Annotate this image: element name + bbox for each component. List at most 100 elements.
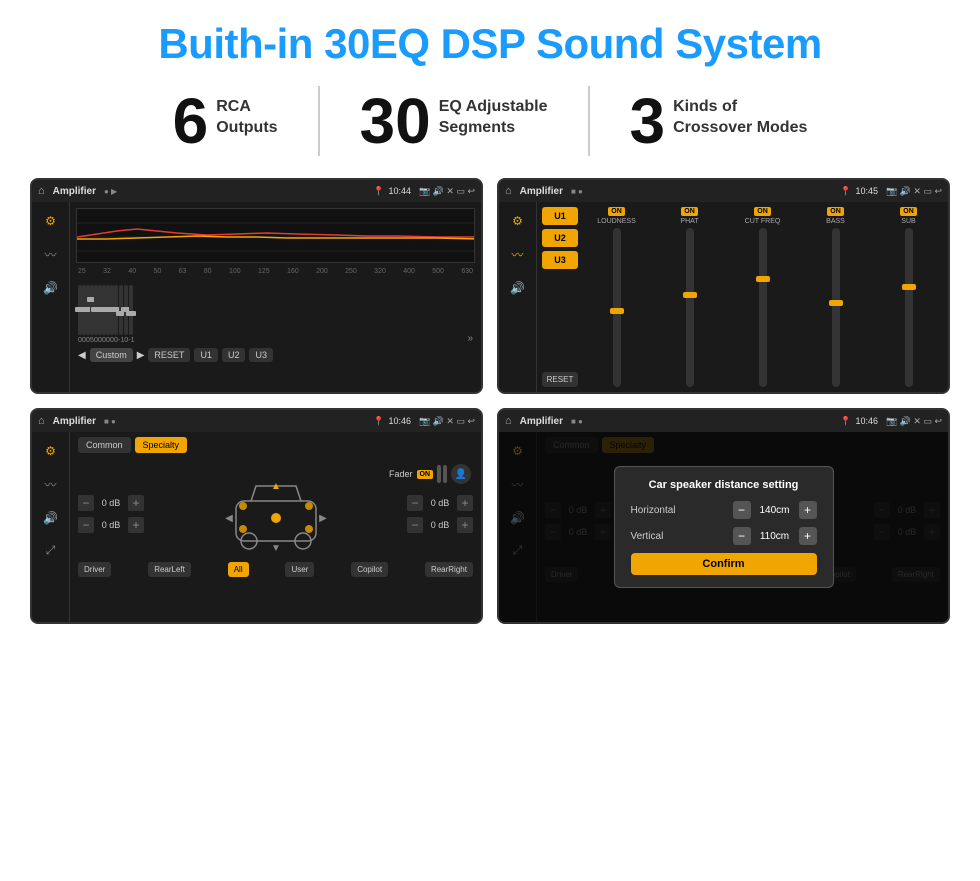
confirm-button[interactable]: Confirm [631, 553, 817, 575]
eq-u3-btn[interactable]: U3 [249, 348, 273, 362]
reset-btn-small[interactable]: RESET [542, 372, 578, 387]
db-plus-tr[interactable]: + [457, 495, 473, 511]
freq-63: 63 [179, 268, 187, 275]
dialog-horizontal-row: Horizontal − 140cm + [631, 501, 817, 519]
phat-thumb[interactable] [683, 292, 697, 298]
home-icon-4[interactable]: ⌂ [505, 415, 512, 427]
left-db-controls: − 0 dB + − 0 dB + [78, 495, 144, 533]
fader-slider-1[interactable] [437, 465, 441, 483]
eq-curve-red [77, 229, 474, 237]
page-title: Buith-in 30EQ DSP Sound System [30, 20, 950, 68]
rearright-btn[interactable]: RearRight [425, 562, 473, 577]
screen1-sidebar: ⚙ 〰 🔊 [32, 202, 70, 392]
vertical-minus[interactable]: − [733, 527, 751, 545]
eq-sliders: 0 0 0 5 [76, 279, 475, 344]
rearleft-btn[interactable]: RearLeft [148, 562, 191, 577]
db-value-br: 0 dB [426, 520, 454, 530]
bass-on[interactable]: ON [827, 207, 844, 216]
screen3-body: ⚙ 〰 🔊 ⤢ Common Specialty Fader ON [32, 432, 481, 622]
speaker-sidebar-icon-2[interactable]: 🔊 [506, 277, 529, 299]
speaker-sidebar-icon-3[interactable]: 🔊 [39, 507, 62, 529]
slider-thumb-13[interactable] [126, 311, 136, 316]
loudness-slider[interactable] [613, 228, 621, 387]
topbar-3: ⌂ Amplifier ■ ● 📍 10:46 📷 🔊 ✕ ▭ ↩ [32, 410, 481, 432]
driver-btn[interactable]: Driver [78, 562, 111, 577]
slider-track-13[interactable] [129, 285, 133, 335]
db-minus-br[interactable]: − [407, 517, 423, 533]
topbar-time-1: 10:44 [388, 186, 411, 196]
eq-u2-btn[interactable]: U2 [222, 348, 246, 362]
sub-slider[interactable] [905, 228, 913, 387]
topbar-dots-3: ■ ● [104, 417, 116, 426]
freq-320: 320 [374, 268, 386, 275]
db-control-topright: − 0 dB + [407, 495, 473, 511]
home-icon-2[interactable]: ⌂ [505, 185, 512, 197]
speaker-sidebar-icon[interactable]: 🔊 [39, 277, 62, 299]
eq-sidebar-icon-2[interactable]: ⚙ [508, 210, 527, 232]
db-plus-br[interactable]: + [457, 517, 473, 533]
phat-slider[interactable] [686, 228, 694, 387]
preset-u2[interactable]: U2 [542, 229, 578, 247]
preset-u3[interactable]: U3 [542, 251, 578, 269]
loudness-thumb[interactable] [610, 308, 624, 314]
topbar-title-4: Amplifier [520, 416, 563, 427]
eq-sidebar-icon[interactable]: ⚙ [41, 210, 60, 232]
fader-knob[interactable]: 👤 [451, 464, 471, 484]
vertical-plus[interactable]: + [799, 527, 817, 545]
home-icon-3[interactable]: ⌂ [38, 415, 45, 427]
freq-25: 25 [78, 268, 86, 275]
horizontal-plus[interactable]: + [799, 501, 817, 519]
speaker-bottom-btns: Driver RearLeft All User Copilot RearRig… [78, 562, 473, 577]
db-minus-tl[interactable]: − [78, 495, 94, 511]
fader-slider-2[interactable] [443, 465, 447, 483]
topbar-title-2: Amplifier [520, 186, 563, 197]
slider-track-12[interactable] [124, 285, 128, 335]
distance-dialog: Car speaker distance setting Horizontal … [614, 466, 834, 588]
vertical-label: Vertical [631, 531, 664, 542]
stat-rca-number: 6 [173, 89, 209, 153]
eq-next-btn[interactable]: ▶ [137, 350, 145, 361]
db-plus-tl[interactable]: + [128, 495, 144, 511]
cutfreq-thumb[interactable] [756, 276, 770, 282]
all-btn[interactable]: All [228, 562, 249, 577]
db-minus-tr[interactable]: − [407, 495, 423, 511]
eq-freq-labels: 25 32 40 50 63 80 100 125 160 200 250 32… [76, 268, 475, 275]
sub-thumb[interactable] [902, 284, 916, 290]
copilot-btn[interactable]: Copilot [351, 562, 388, 577]
eq-prev-btn[interactable]: ◀ [78, 350, 86, 361]
channel-cutfreq: ON CUT FREQ [728, 207, 797, 387]
db-minus-bl[interactable]: − [78, 517, 94, 533]
eq-custom-btn[interactable]: Custom [90, 348, 133, 362]
sub-on[interactable]: ON [900, 207, 917, 216]
bass-thumb[interactable] [829, 300, 843, 306]
expand-sidebar-icon-3[interactable]: ⤢ [42, 539, 60, 562]
eq-arrows[interactable]: » [467, 333, 473, 344]
fader-on-badge[interactable]: ON [417, 470, 434, 479]
slider-val-13: -1 [128, 337, 134, 344]
wave-sidebar-icon[interactable]: 〰 [40, 242, 60, 267]
topbar-1: ⌂ Amplifier ● ▶ 📍 10:44 📷 🔊 ✕ ▭ ↩ [32, 180, 481, 202]
eq-u1-btn[interactable]: U1 [194, 348, 218, 362]
eq-sidebar-icon-3[interactable]: ⚙ [41, 440, 60, 462]
loudness-on[interactable]: ON [608, 207, 625, 216]
tab-common[interactable]: Common [78, 437, 131, 453]
tab-specialty[interactable]: Specialty [135, 437, 188, 453]
home-icon[interactable]: ⌂ [38, 185, 45, 197]
horizontal-minus[interactable]: − [733, 501, 751, 519]
user-btn[interactable]: User [285, 562, 314, 577]
stat-eq-label: EQ AdjustableSegments [439, 89, 548, 139]
preset-u1[interactable]: U1 [542, 207, 578, 225]
bass-slider[interactable] [832, 228, 840, 387]
eq-graph [76, 208, 475, 263]
svg-text:▲: ▲ [271, 481, 281, 492]
phat-on[interactable]: ON [681, 207, 698, 216]
cutfreq-slider[interactable] [759, 228, 767, 387]
slider-track-10[interactable] [114, 285, 118, 335]
horizontal-control: − 140cm + [733, 501, 817, 519]
wave-sidebar-icon-2[interactable]: 〰 [507, 242, 527, 267]
db-plus-bl[interactable]: + [128, 517, 144, 533]
cutfreq-on[interactable]: ON [754, 207, 771, 216]
sub-label: SUB [901, 218, 915, 225]
eq-reset-btn[interactable]: RESET [148, 348, 190, 362]
wave-sidebar-icon-3[interactable]: 〰 [40, 472, 60, 497]
